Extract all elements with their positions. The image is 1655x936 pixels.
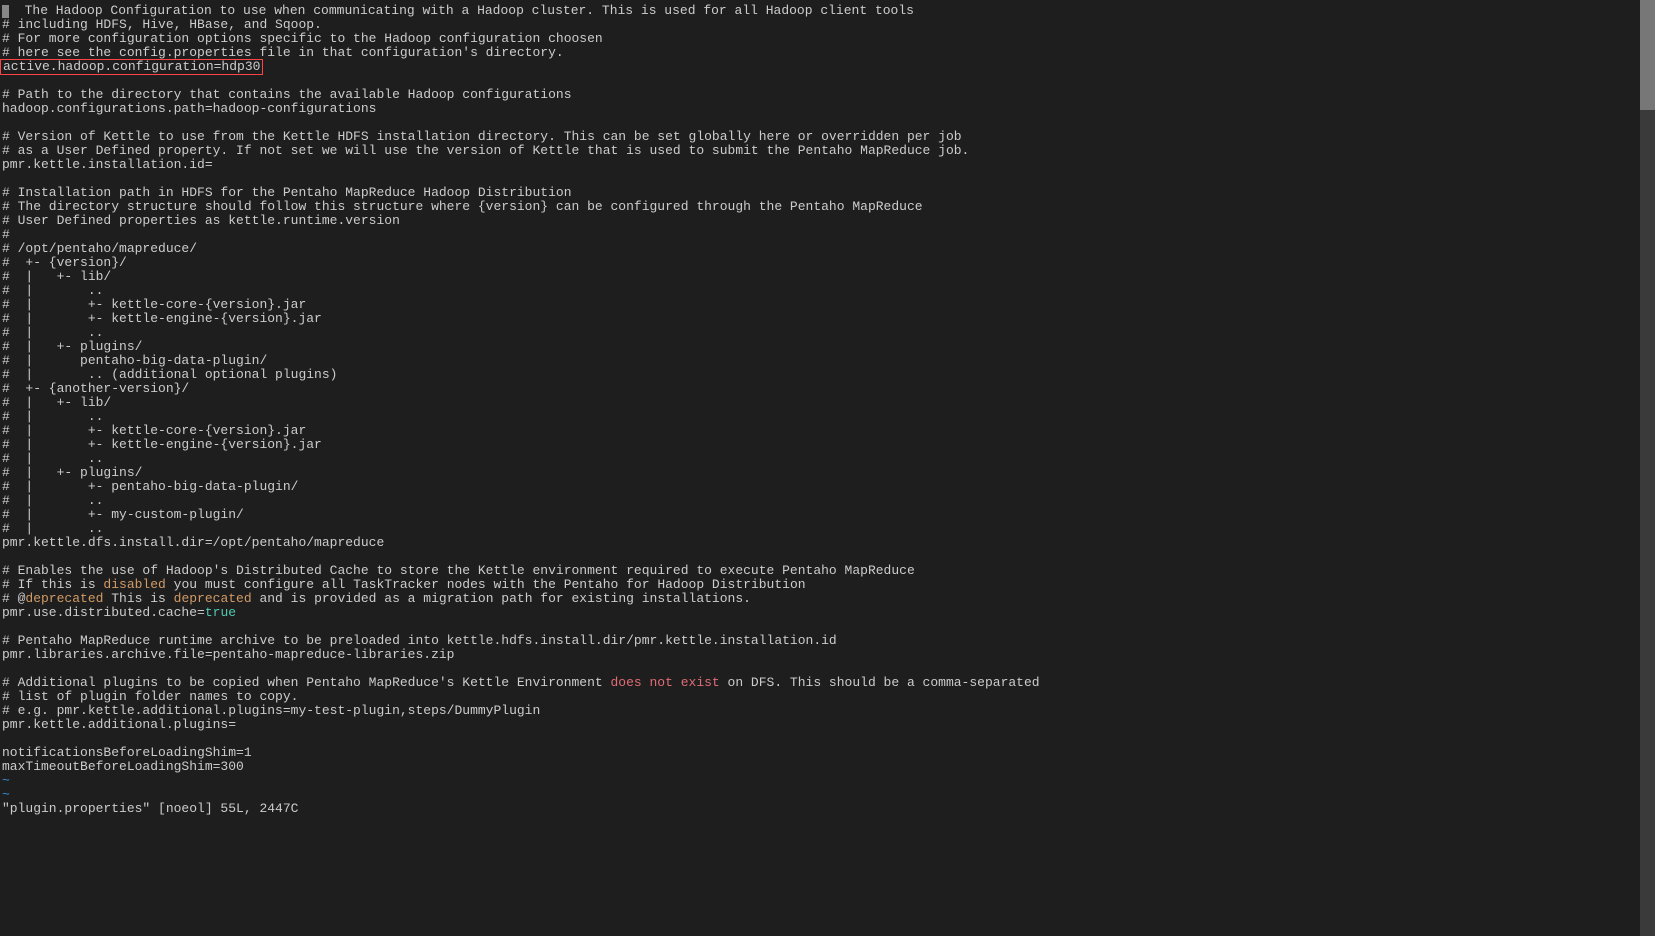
scrollbar-track[interactable]: ▴	[1640, 0, 1655, 936]
editor-line: # | +- kettle-core-{version}.jar	[2, 298, 1638, 312]
editor-line: The Hadoop Configuration to use when com…	[2, 4, 1638, 18]
vim-status-line: "plugin.properties" [noeol] 55L, 2447C	[2, 802, 1638, 816]
editor-line: # | +- lib/	[2, 396, 1638, 410]
editor-line: # | ..	[2, 326, 1638, 340]
editor-line: # Installation path in HDFS for the Pent…	[2, 186, 1638, 200]
editor-line	[2, 74, 1638, 88]
editor-line: pmr.kettle.installation.id=	[2, 158, 1638, 172]
editor-line: active.hadoop.configuration=hdp30	[2, 60, 1638, 74]
editor-line: ~	[2, 774, 1638, 788]
editor-line	[2, 550, 1638, 564]
editor-line: # | +- plugins/	[2, 466, 1638, 480]
scrollbar-thumb[interactable]	[1640, 0, 1655, 110]
editor-line: # e.g. pmr.kettle.additional.plugins=my-…	[2, 704, 1638, 718]
editor-line: # The directory structure should follow …	[2, 200, 1638, 214]
editor-line: # | +- pentaho-big-data-plugin/	[2, 480, 1638, 494]
editor-line: # For more configuration options specifi…	[2, 32, 1638, 46]
editor-line: # here see the config.properties file in…	[2, 46, 1638, 60]
editor-line: # If this is disabled you must configure…	[2, 578, 1638, 592]
editor-line: # | .. (additional optional plugins)	[2, 368, 1638, 382]
editor-line: notificationsBeforeLoadingShim=1	[2, 746, 1638, 760]
editor-line: # | +- kettle-core-{version}.jar	[2, 424, 1638, 438]
editor-line: # | +- kettle-engine-{version}.jar	[2, 312, 1638, 326]
editor-line: # | ..	[2, 284, 1638, 298]
editor-line: # | ..	[2, 452, 1638, 466]
editor-line: # | ..	[2, 494, 1638, 508]
editor-line: # | +- plugins/	[2, 340, 1638, 354]
editor-line: # /opt/pentaho/mapreduce/	[2, 242, 1638, 256]
editor-line: pmr.libraries.archive.file=pentaho-mapre…	[2, 648, 1638, 662]
editor-line: maxTimeoutBeforeLoadingShim=300	[2, 760, 1638, 774]
highlighted-config-line: active.hadoop.configuration=hdp30	[0, 59, 263, 75]
editor-line	[2, 116, 1638, 130]
editor-line: # as a User Defined property. If not set…	[2, 144, 1638, 158]
editor-line	[2, 620, 1638, 634]
editor-line: #	[2, 228, 1638, 242]
editor-line: # | ..	[2, 522, 1638, 536]
editor-line: # User Defined properties as kettle.runt…	[2, 214, 1638, 228]
editor-line	[2, 732, 1638, 746]
editor-line: # Version of Kettle to use from the Kett…	[2, 130, 1638, 144]
vim-tilde: ~	[2, 773, 10, 788]
vim-tilde: ~	[2, 787, 10, 802]
editor-line: # Enables the use of Hadoop's Distribute…	[2, 564, 1638, 578]
editor-line: # | ..	[2, 410, 1638, 424]
editor-line: # | +- kettle-engine-{version}.jar	[2, 438, 1638, 452]
editor-line: # Pentaho MapReduce runtime archive to b…	[2, 634, 1638, 648]
terminal-editor[interactable]: The Hadoop Configuration to use when com…	[0, 0, 1640, 936]
editor-line: pmr.kettle.additional.plugins=	[2, 718, 1638, 732]
editor-line: # @deprecated This is deprecated and is …	[2, 592, 1638, 606]
editor-line: hadoop.configurations.path=hadoop-config…	[2, 102, 1638, 116]
editor-line: # list of plugin folder names to copy.	[2, 690, 1638, 704]
editor-line: # | +- my-custom-plugin/	[2, 508, 1638, 522]
editor-line: pmr.kettle.dfs.install.dir=/opt/pentaho/…	[2, 536, 1638, 550]
editor-line: ~	[2, 788, 1638, 802]
editor-line: # | +- lib/	[2, 270, 1638, 284]
editor-line	[2, 172, 1638, 186]
editor-line: # +- {version}/	[2, 256, 1638, 270]
editor-line: # | pentaho-big-data-plugin/	[2, 354, 1638, 368]
editor-line: # Path to the directory that contains th…	[2, 88, 1638, 102]
editor-line: # including HDFS, Hive, HBase, and Sqoop…	[2, 18, 1638, 32]
editor-line: pmr.use.distributed.cache=true	[2, 606, 1638, 620]
editor-line	[2, 662, 1638, 676]
editor-line: # +- {another-version}/	[2, 382, 1638, 396]
editor-line: # Additional plugins to be copied when P…	[2, 676, 1638, 690]
